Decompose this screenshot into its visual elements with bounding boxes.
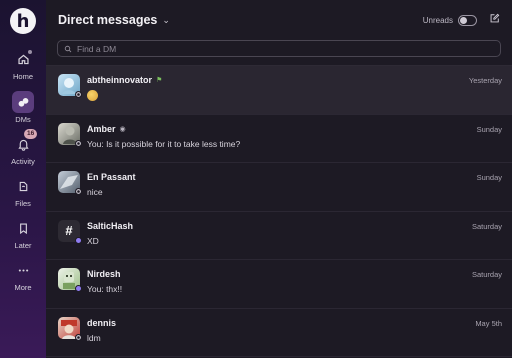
rail-label-more: More: [14, 283, 32, 292]
rail-item-files[interactable]: Files: [0, 175, 46, 208]
rail-item-home[interactable]: Home: [0, 48, 46, 81]
chevron-down-icon[interactable]: ⌄: [162, 15, 170, 26]
unreads-toggle[interactable]: [458, 14, 477, 26]
conversation-date: Saturday: [471, 221, 502, 231]
conversation-text: Amber ◉ You: Is it possible for it to ta…: [87, 123, 469, 149]
presence-indicator: [75, 91, 82, 98]
compose-icon[interactable]: [489, 11, 500, 29]
message-preview: You: Is it possible for it to take less …: [87, 138, 241, 149]
message-preview: XD: [87, 235, 99, 246]
workspace-logo[interactable]: h: [10, 8, 36, 34]
rail-label-later: Later: [14, 241, 32, 250]
conversation-date: May 5th: [475, 318, 502, 328]
avatar: [58, 122, 82, 147]
conversation-row[interactable]: Nirdesh You: thx!! Saturday: [46, 260, 512, 309]
rail-item-more[interactable]: More: [0, 259, 46, 292]
avatar: #: [58, 219, 82, 244]
files-icon: [12, 175, 34, 197]
message-preview: ldm: [87, 332, 101, 343]
activity-badge: 16: [24, 129, 38, 139]
presence-indicator: [75, 236, 82, 244]
conversation-text: dennis ldm: [87, 317, 467, 343]
conversation-name: Nirdesh: [87, 269, 121, 279]
app-window: h Home DMs 16 Activity Files Later More …: [0, 0, 512, 358]
rail-label-dms: DMs: [15, 115, 31, 124]
unreads-label: Unreads: [422, 15, 453, 25]
header-actions: Unreads: [423, 11, 500, 29]
status-emoji-icon: ◉: [119, 125, 126, 133]
emoji-reaction-icon: [87, 90, 98, 101]
home-indicator-dot: [28, 50, 32, 54]
conversation-text: En Passant nice: [87, 171, 469, 197]
rail-item-dms[interactable]: DMs: [0, 91, 46, 124]
page-title[interactable]: Direct messages: [58, 13, 157, 27]
left-rail: h Home DMs 16 Activity Files Later More: [0, 0, 46, 358]
avatar: [58, 74, 82, 98]
conversation-list: abtheinnovator ⚑ Yesterday Amber ◉ You: …: [46, 66, 512, 357]
message-preview: [87, 90, 461, 103]
presence-indicator: [75, 139, 82, 147]
conversation-name-line: SalticHash: [87, 220, 464, 232]
status-emoji-icon: ⚑: [156, 77, 163, 84]
dms-icon: [12, 91, 34, 113]
conversation-text: SalticHash XD: [87, 220, 464, 246]
rail-item-activity[interactable]: 16 Activity: [0, 129, 46, 166]
conversation-row[interactable]: # SalticHash XD Saturday: [46, 212, 512, 260]
more-icon: [12, 259, 34, 281]
conversation-text: Nirdesh You: thx!!: [87, 268, 464, 294]
dm-header: Direct messages ⌄ Unreads: [46, 0, 512, 40]
conversation-name-line: abtheinnovator ⚑: [87, 74, 461, 86]
conversation-name-line: Nirdesh: [87, 268, 464, 280]
avatar: [58, 171, 82, 195]
conversation-name: En Passant: [87, 172, 136, 182]
conversation-date: Sunday: [476, 124, 502, 134]
conversation-name-line: dennis: [87, 317, 467, 329]
rail-label-home: Home: [12, 72, 33, 81]
rail-label-activity: Activity: [11, 157, 35, 166]
conversation-row[interactable]: Amber ◉ You: Is it possible for it to ta…: [46, 115, 512, 163]
conversation-name: dennis: [87, 317, 117, 328]
search-box[interactable]: [57, 40, 501, 57]
conversation-date: Yesterday: [468, 76, 502, 85]
conversation-name: Amber: [87, 123, 116, 134]
conversation-name: abtheinnovator: [87, 75, 153, 85]
conversation-row[interactable]: dennis ldm May 5th: [46, 309, 512, 357]
search-input[interactable]: [77, 43, 277, 54]
search-icon: [64, 45, 72, 52]
message-preview: You: thx!!: [87, 284, 123, 294]
conversation-name-line: Amber ◉: [87, 123, 469, 135]
conversation-row[interactable]: abtheinnovator ⚑ Yesterday: [46, 66, 512, 115]
avatar: [58, 268, 82, 292]
dm-panel: Direct messages ⌄ Unreads Find a DM abth…: [46, 0, 512, 358]
rail-label-files: Files: [15, 199, 31, 208]
conversation-name: SalticHash: [87, 220, 134, 231]
bookmark-icon: [12, 217, 34, 239]
conversation-date: Sunday: [476, 173, 502, 182]
presence-indicator: [75, 285, 82, 292]
presence-indicator: [75, 188, 82, 195]
avatar: [58, 316, 82, 341]
message-preview: nice: [87, 187, 103, 197]
rail-item-later[interactable]: Later: [0, 217, 46, 250]
conversation-row[interactable]: En Passant nice Sunday: [46, 163, 512, 212]
presence-indicator: [75, 333, 82, 341]
conversation-date: Saturday: [471, 270, 502, 279]
conversation-text: abtheinnovator ⚑: [87, 74, 461, 103]
conversation-name-line: En Passant: [87, 171, 469, 183]
